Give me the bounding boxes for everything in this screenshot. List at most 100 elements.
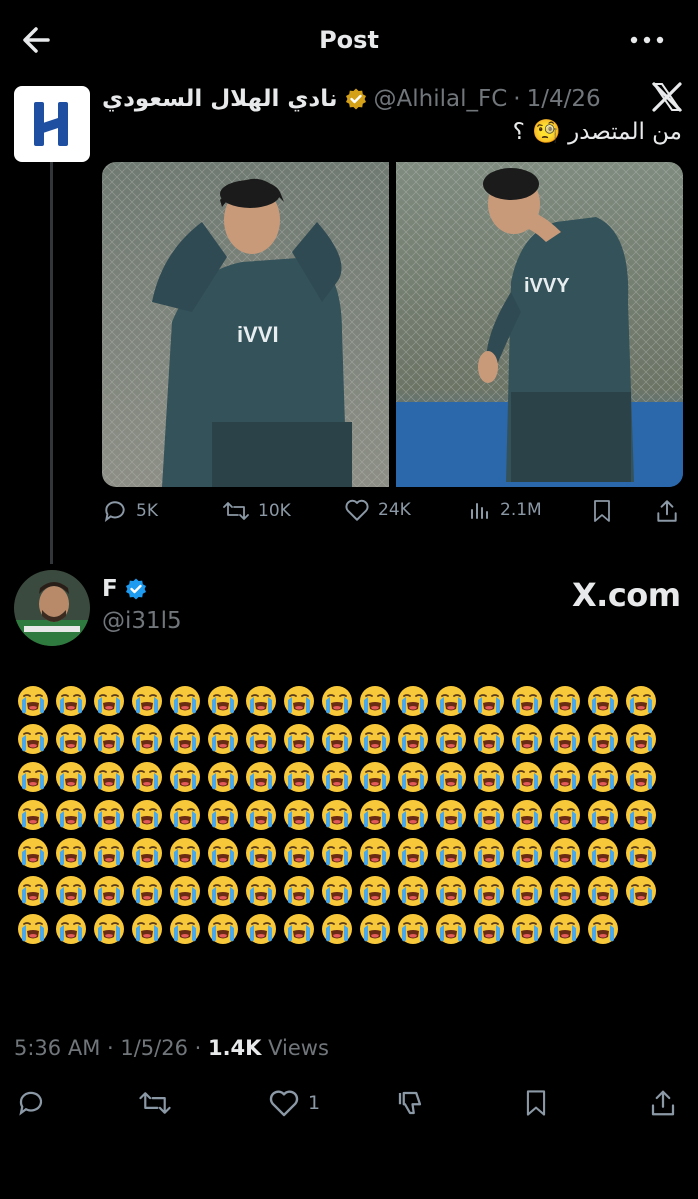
crying-emoji: [318, 834, 356, 872]
reply-button[interactable]: [16, 1088, 46, 1118]
crying-emoji: [90, 682, 128, 720]
crying-emoji: [356, 682, 394, 720]
crying-emoji: [128, 720, 166, 758]
reply-author-name-row: F: [102, 576, 148, 602]
quoted-post-header: نادي الهلال السعودي @Alhilal_FC · 1/4/26: [102, 82, 601, 116]
crying-emoji: [508, 834, 546, 872]
reply-action[interactable]: 5K: [102, 498, 158, 524]
crying-emoji: [584, 720, 622, 758]
post-image-1[interactable]: iVVI: [102, 162, 389, 487]
reply-count: 5K: [136, 501, 158, 521]
crying-emoji: [470, 796, 508, 834]
like-icon: [345, 499, 369, 521]
crying-emoji: [242, 720, 280, 758]
quoted-author-handle[interactable]: @Alhilal_FC: [374, 86, 508, 112]
views-label: Views: [261, 1036, 329, 1060]
bookmark-action[interactable]: [590, 498, 614, 524]
crying-emoji: [14, 720, 52, 758]
crying-emoji: [280, 910, 318, 948]
crying-emoji: [204, 834, 242, 872]
dislike-button[interactable]: [394, 1088, 426, 1118]
crying-emoji: [280, 758, 318, 796]
crying-emoji: [90, 720, 128, 758]
crying-emoji: [52, 872, 90, 910]
share-action[interactable]: [654, 498, 680, 524]
crying-emoji: [546, 834, 584, 872]
crying-emoji: [204, 872, 242, 910]
more-button[interactable]: [626, 28, 668, 52]
like-count: 24K: [378, 500, 411, 520]
reply-icon: [19, 1091, 43, 1116]
reply-author-name[interactable]: F: [102, 576, 118, 602]
bookmark-icon: [526, 1090, 546, 1116]
crying-emoji: [204, 796, 242, 834]
quoted-post-text: من المتصدر 🧐 ؟: [512, 119, 682, 145]
crying-emoji: [204, 720, 242, 758]
thread-connector: [50, 162, 53, 564]
bookmark-button[interactable]: [522, 1088, 550, 1118]
crying-emoji: [166, 796, 204, 834]
player-photo-2: iVVY: [396, 162, 683, 487]
crying-emoji: [14, 834, 52, 872]
crying-emoji: [128, 682, 166, 720]
views-action[interactable]: 2.1M: [468, 498, 542, 522]
crying-emoji: [394, 834, 432, 872]
crying-emoji: [432, 720, 470, 758]
page-title: Post: [319, 26, 379, 54]
separator-dot: ·: [513, 86, 521, 112]
crying-emoji: [584, 872, 622, 910]
crying-emoji: [432, 682, 470, 720]
crying-emoji: [546, 682, 584, 720]
crying-emoji: [470, 720, 508, 758]
crying-emoji: [318, 682, 356, 720]
crying-emoji: [128, 910, 166, 948]
quoted-author-name[interactable]: نادي الهلال السعودي: [102, 86, 338, 112]
bookmark-icon: [594, 500, 610, 522]
crying-emoji: [394, 720, 432, 758]
post-image-2[interactable]: iVVY: [396, 162, 683, 487]
crying-emoji: [52, 834, 90, 872]
share-button[interactable]: [648, 1088, 678, 1118]
crying-emoji: [280, 682, 318, 720]
crying-emoji: [280, 872, 318, 910]
crying-emoji: [356, 796, 394, 834]
crying-emoji: [470, 682, 508, 720]
crying-emoji: [128, 796, 166, 834]
reply-author-handle[interactable]: @i31l5: [102, 608, 182, 634]
crying-emoji: [584, 910, 622, 948]
crying-emoji: [508, 682, 546, 720]
repost-action[interactable]: 10K: [222, 498, 291, 524]
crying-emoji: [356, 720, 394, 758]
crying-emoji: [508, 758, 546, 796]
alhilal-logo-icon: [34, 102, 68, 146]
alhilal-avatar[interactable]: [14, 86, 90, 162]
post-meta: 5:36 AM · 1/5/26 · 1.4K Views: [14, 1036, 329, 1060]
crying-emoji: [584, 758, 622, 796]
crying-emoji: [508, 796, 546, 834]
player-photo-1: iVVI: [102, 162, 389, 487]
crying-emoji: [394, 910, 432, 948]
crying-emoji: [90, 758, 128, 796]
like-action[interactable]: 24K: [344, 498, 411, 522]
repost-button[interactable]: [138, 1088, 172, 1118]
crying-emoji: [318, 872, 356, 910]
crying-emoji: [14, 872, 52, 910]
crying-emoji: [622, 682, 660, 720]
crying-emoji: [14, 758, 52, 796]
crying-emoji: [622, 872, 660, 910]
crying-emoji: [318, 910, 356, 948]
crying-emoji: [546, 720, 584, 758]
reply-action-bar: 1: [0, 1082, 698, 1130]
more-icon: [630, 36, 664, 44]
top-bar: Post: [0, 0, 698, 80]
reply-author-avatar[interactable]: [14, 570, 90, 646]
post-timestamp: 5:36 AM · 1/5/26 ·: [14, 1036, 208, 1060]
crying-emoji: [52, 682, 90, 720]
crying-emoji: [470, 872, 508, 910]
like-icon: [269, 1090, 299, 1117]
crying-emoji: [90, 910, 128, 948]
like-button[interactable]: 1: [268, 1088, 320, 1118]
quoted-post-date: 1/4/26: [526, 86, 601, 112]
crying-emoji: [394, 758, 432, 796]
crying-emoji: [90, 796, 128, 834]
